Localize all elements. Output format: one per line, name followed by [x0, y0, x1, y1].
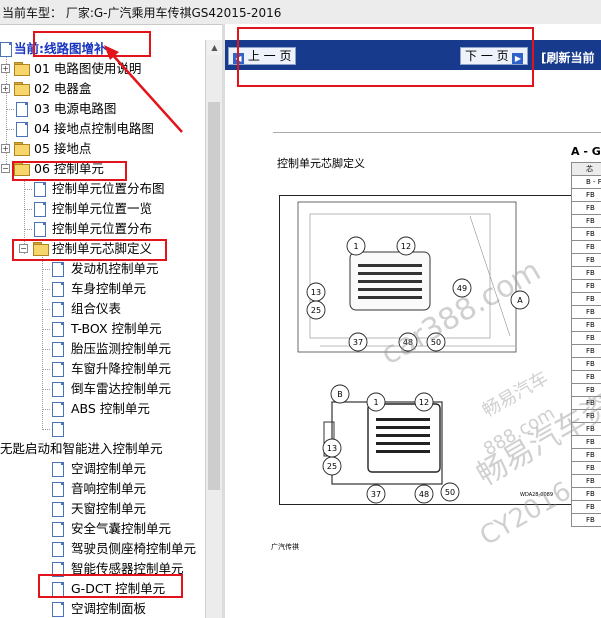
annotation-arrow	[104, 45, 183, 133]
